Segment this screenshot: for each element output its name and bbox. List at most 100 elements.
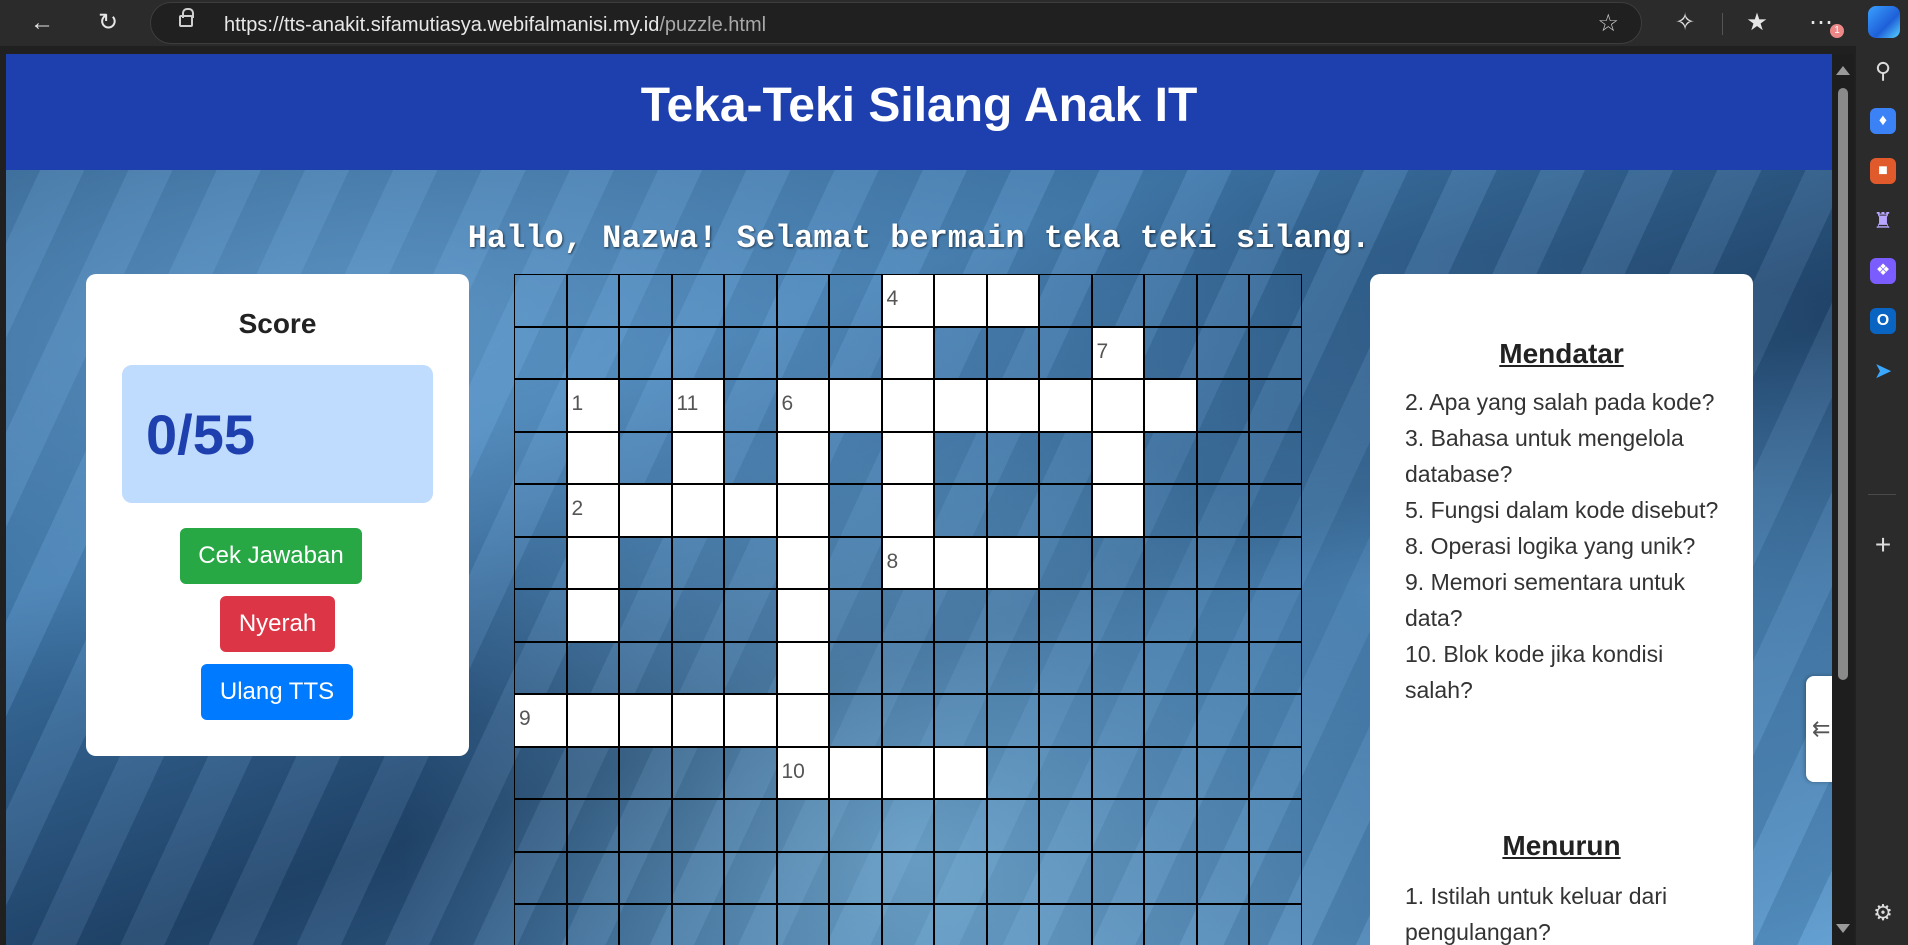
- crossword-blank-cell: [724, 379, 777, 432]
- crossword-input-cell[interactable]: 7: [1091, 326, 1144, 379]
- crossword-blank-cell: [671, 746, 724, 799]
- crossword-input-cell[interactable]: [986, 274, 1039, 327]
- crossword-blank-cell: [1144, 851, 1197, 904]
- search-icon[interactable]: ⚲: [1870, 58, 1896, 84]
- crossword-input-cell[interactable]: [934, 536, 987, 589]
- scroll-down-arrow-icon[interactable]: [1836, 924, 1850, 933]
- crossword-blank-cell: [619, 431, 672, 484]
- crossword-blank-cell: [934, 431, 987, 484]
- scroll-thumb[interactable]: [1838, 88, 1848, 680]
- crossword-input-cell[interactable]: [881, 431, 934, 484]
- crossword-input-cell[interactable]: [934, 379, 987, 432]
- games-chess-icon[interactable]: ♜: [1870, 208, 1896, 234]
- add-icon[interactable]: +: [1870, 531, 1896, 559]
- crossword-input-cell[interactable]: [619, 694, 672, 747]
- crossword-input-cell[interactable]: [724, 484, 777, 537]
- settings-gear-icon[interactable]: ⚙: [1870, 900, 1896, 926]
- shopping-tag-icon[interactable]: ♦: [1870, 108, 1896, 134]
- crossword-input-cell[interactable]: [829, 746, 882, 799]
- crossword-input-cell[interactable]: [1091, 431, 1144, 484]
- crossword-blank-cell: [986, 799, 1039, 852]
- crossword-input-cell[interactable]: 8: [881, 536, 934, 589]
- crossword-blank-cell: [514, 641, 567, 694]
- crossword-blank-cell: [1249, 799, 1302, 852]
- crossword-input-cell[interactable]: 10: [776, 746, 829, 799]
- crossword-input-cell[interactable]: [619, 484, 672, 537]
- favorites-icon[interactable]: ★: [1742, 8, 1772, 38]
- refresh-icon[interactable]: ↻: [93, 8, 123, 38]
- crossword-input-cell[interactable]: 6: [776, 379, 829, 432]
- page-scrollbar[interactable]: [1832, 54, 1854, 945]
- crossword-blank-cell: [566, 904, 619, 945]
- crossword-blank-cell: [619, 274, 672, 327]
- crossword-input-cell[interactable]: [1144, 379, 1197, 432]
- crossword-input-cell[interactable]: [566, 536, 619, 589]
- crossword-input-cell[interactable]: 2: [566, 484, 619, 537]
- across-heading: Mendatar: [1499, 338, 1624, 369]
- crossword-input-cell[interactable]: [776, 589, 829, 642]
- address-bar[interactable]: https://tts-anakit.sifamutiasya.webifalm…: [150, 2, 1642, 44]
- crossword-blank-cell: [1249, 274, 1302, 327]
- crossword-blank-cell: [671, 274, 724, 327]
- check-answer-button[interactable]: Cek Jawaban: [180, 528, 362, 584]
- crossword-blank-cell: [724, 431, 777, 484]
- crossword-blank-cell: [1196, 431, 1249, 484]
- scroll-up-arrow-icon[interactable]: [1836, 66, 1850, 75]
- crossword-input-cell[interactable]: [881, 746, 934, 799]
- crossword-blank-cell: [1039, 851, 1092, 904]
- reset-puzzle-button[interactable]: Ulang TTS: [201, 664, 353, 720]
- crossword-input-cell[interactable]: [724, 694, 777, 747]
- crossword-input-cell[interactable]: 11: [671, 379, 724, 432]
- copilot-icon[interactable]: [1868, 6, 1900, 38]
- give-up-button[interactable]: Nyerah: [220, 596, 335, 652]
- crossword-blank-cell: [881, 589, 934, 642]
- clue-number: 2: [571, 497, 584, 520]
- clue-number: 1: [571, 392, 584, 415]
- extensions-icon[interactable]: ✧: [1670, 8, 1700, 38]
- crossword-blank-cell: [724, 641, 777, 694]
- crossword-input-cell[interactable]: [776, 536, 829, 589]
- crossword-input-cell[interactable]: [934, 274, 987, 327]
- crossword-blank-cell: [724, 799, 777, 852]
- crossword-input-cell[interactable]: [671, 484, 724, 537]
- send-paper-plane-icon[interactable]: ➤: [1870, 358, 1896, 384]
- favorite-star-icon[interactable]: ☆: [1597, 9, 1619, 38]
- crossword-blank-cell: [1144, 431, 1197, 484]
- crossword-input-cell[interactable]: [566, 431, 619, 484]
- crossword-input-cell[interactable]: [566, 589, 619, 642]
- crossword-input-cell[interactable]: [671, 694, 724, 747]
- clue-item: 8. Operasi logika yang unik?: [1405, 533, 1696, 559]
- crossword-input-cell[interactable]: 4: [881, 274, 934, 327]
- back-arrow-icon[interactable]: ←: [27, 8, 57, 38]
- crossword-input-cell[interactable]: 9: [514, 694, 567, 747]
- crossword-input-cell[interactable]: [881, 484, 934, 537]
- crossword-input-cell[interactable]: [1091, 484, 1144, 537]
- crossword-input-cell[interactable]: [671, 431, 724, 484]
- collapse-sidebar-tab[interactable]: ⇇: [1806, 676, 1832, 782]
- crossword-input-cell[interactable]: [881, 326, 934, 379]
- crossword-input-cell[interactable]: [566, 694, 619, 747]
- clue-item: 2. Apa yang salah pada kode?: [1405, 389, 1715, 415]
- crossword-input-cell[interactable]: 1: [566, 379, 619, 432]
- crossword-input-cell[interactable]: [776, 431, 829, 484]
- tools-briefcase-icon[interactable]: ■: [1870, 158, 1896, 184]
- clue-item: 5. Fungsi dalam kode disebut?: [1405, 497, 1719, 523]
- crossword-blank-cell: [829, 694, 882, 747]
- crossword-input-cell[interactable]: [881, 379, 934, 432]
- crossword-input-cell[interactable]: [986, 379, 1039, 432]
- crossword-input-cell[interactable]: [776, 694, 829, 747]
- crossword-blank-cell: [986, 851, 1039, 904]
- crossword-input-cell[interactable]: [1039, 379, 1092, 432]
- microsoft-365-icon[interactable]: ❖: [1870, 258, 1896, 284]
- crossword-input-cell[interactable]: [1091, 379, 1144, 432]
- url-text[interactable]: https://tts-anakit.sifamutiasya.webifalm…: [224, 14, 766, 37]
- outlook-icon[interactable]: O: [1870, 308, 1896, 334]
- lock-icon[interactable]: [179, 8, 194, 27]
- crossword-input-cell[interactable]: [776, 484, 829, 537]
- score-box: 0/55: [122, 365, 433, 503]
- crossword-input-cell[interactable]: [934, 746, 987, 799]
- crossword-blank-cell: [1144, 694, 1197, 747]
- crossword-input-cell[interactable]: [829, 379, 882, 432]
- crossword-input-cell[interactable]: [776, 641, 829, 694]
- crossword-input-cell[interactable]: [986, 536, 1039, 589]
